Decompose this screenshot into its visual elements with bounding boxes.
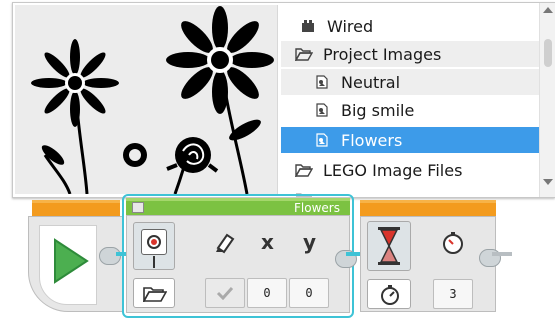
display-screen-icon — [132, 202, 144, 213]
list-item[interactable]: LEGO Image Files — [281, 157, 539, 183]
list-scrollbar[interactable] — [539, 3, 555, 197]
list-item-label: Wired — [327, 16, 374, 36]
y-value-input[interactable]: 0 — [289, 278, 329, 308]
big-flower-graphic — [166, 6, 274, 114]
seconds-input[interactable]: 3 — [433, 279, 473, 309]
folder-open-icon — [143, 287, 167, 302]
sequence-wire-out — [492, 252, 512, 256]
connector-hub — [99, 247, 121, 265]
x-value-input[interactable]: 0 — [247, 278, 287, 308]
wait-block[interactable]: 3 — [360, 216, 501, 312]
play-icon[interactable] — [51, 237, 91, 285]
clear-screen-toggle[interactable] — [205, 278, 245, 308]
image-file-list: Wired Project Images Neutral Big smile F… — [281, 3, 539, 197]
scroll-up-arrow-icon[interactable] — [543, 7, 553, 13]
list-item-label: Neutral — [341, 72, 401, 92]
scroll-thumb[interactable] — [544, 39, 552, 67]
brick-icon — [299, 18, 317, 34]
x-label: x — [261, 230, 274, 254]
display-mode-selector[interactable] — [133, 222, 175, 270]
image-preview — [15, 5, 278, 194]
stopwatch-icon — [381, 285, 399, 305]
open-file-button[interactable] — [133, 278, 175, 308]
list-item-label: Big smile — [341, 100, 415, 120]
start-block[interactable] — [28, 216, 124, 312]
folder-open-icon — [295, 46, 313, 62]
checkmark-icon — [216, 286, 234, 300]
list-item[interactable]: Neutral — [281, 69, 539, 95]
timer-icon — [443, 232, 463, 254]
image-picker-popup: Wired Project Images Neutral Big smile F… — [12, 2, 555, 198]
list-item-label: LEGO Image Files — [323, 160, 463, 180]
folder-open-icon — [295, 162, 313, 178]
wait-type-button[interactable] — [367, 279, 411, 309]
eraser-icon — [216, 233, 235, 254]
small-flower-graphic — [31, 39, 119, 127]
list-item-selected[interactable]: Flowers — [281, 127, 539, 153]
rose-graphic — [166, 137, 219, 173]
wait-mode-selector[interactable] — [367, 221, 411, 271]
display-block-header: Flowers — [126, 198, 350, 216]
image-file-icon — [313, 132, 331, 148]
hourglass-icon — [378, 227, 400, 265]
list-item[interactable]: Wired — [281, 13, 539, 39]
target-icon — [141, 229, 167, 255]
display-file-name[interactable]: Flowers — [290, 201, 344, 215]
list-item[interactable]: Big smile — [281, 97, 539, 123]
display-block[interactable]: x y 0 0 — [126, 215, 357, 313]
y-label: y — [303, 230, 317, 254]
list-item-label: Flowers — [341, 130, 403, 150]
list-item-label: Project Images — [323, 44, 442, 64]
scroll-down-arrow-icon[interactable] — [543, 179, 553, 185]
image-file-icon — [313, 74, 331, 90]
list-item[interactable]: Project Images — [281, 41, 539, 67]
flowers-image — [31, 6, 274, 194]
image-file-icon — [313, 102, 331, 118]
